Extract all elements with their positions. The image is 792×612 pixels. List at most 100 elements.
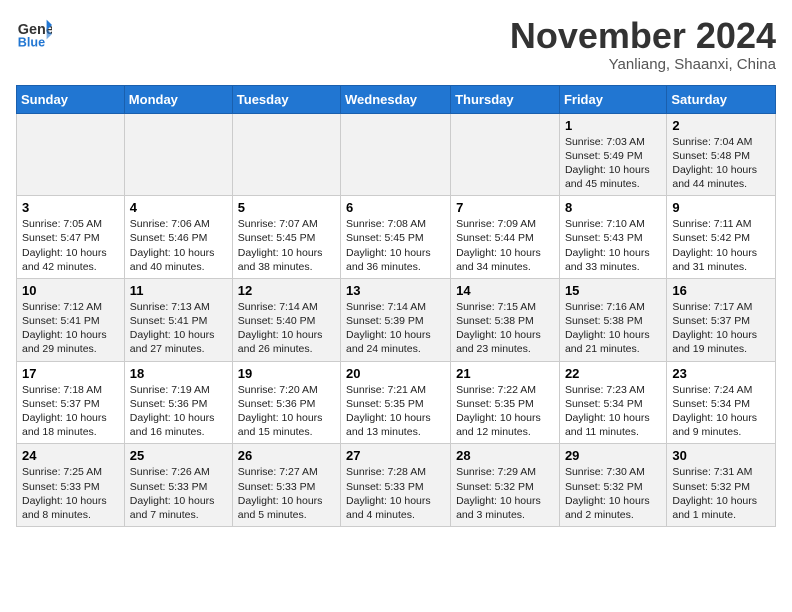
calendar-cell: 1 Sunrise: 7:03 AM Sunset: 5:49 PM Daylig…: [559, 113, 666, 196]
day-info: Sunrise: 7:17 AM Sunset: 5:37 PM Dayligh…: [672, 300, 770, 357]
day-number: 1: [565, 118, 661, 133]
day-number: 6: [346, 200, 445, 215]
calendar-cell: 19 Sunrise: 7:20 AM Sunset: 5:36 PM Dayli…: [232, 361, 340, 444]
day-number: 26: [238, 448, 335, 463]
calendar-cell: 8Sunrise: 7:10 AM Sunset: 5:43 PM Daylig…: [559, 196, 666, 279]
calendar-cell: 13Sunrise: 7:14 AM Sunset: 5:39 PM Dayli…: [341, 278, 451, 361]
day-info: Sunrise: 7:06 AM Sunset: 5:46 PM Dayligh…: [130, 217, 227, 274]
calendar-cell: 18 Sunrise: 7:19 AM Sunset: 5:36 PM Dayli…: [124, 361, 232, 444]
day-number: 12: [238, 283, 335, 298]
calendar-cell: 17Sunrise: 7:18 AM Sunset: 5:37 PM Dayli…: [17, 361, 125, 444]
day-info: Sunrise: 7:04 AM Sunset: 5:48 PM Dayligh…: [672, 135, 770, 192]
day-info: Sunrise: 7:13 AM Sunset: 5:41 PM Dayligh…: [130, 300, 227, 357]
calendar-cell: 9 Sunrise: 7:11 AM Sunset: 5:42 PM Daylig…: [667, 196, 776, 279]
calendar-cell: 15 Sunrise: 7:16 AM Sunset: 5:38 PM Dayli…: [559, 278, 666, 361]
weekday-header-thursday: Thursday: [451, 85, 560, 113]
day-info: Sunrise: 7:25 AM Sunset: 5:33 PM Dayligh…: [22, 465, 119, 522]
day-number: 2: [672, 118, 770, 133]
calendar-week-4: 17Sunrise: 7:18 AM Sunset: 5:37 PM Dayli…: [17, 361, 776, 444]
day-number: 29: [565, 448, 661, 463]
day-number: 27: [346, 448, 445, 463]
svg-text:Blue: Blue: [18, 36, 45, 50]
weekday-header-wednesday: Wednesday: [341, 85, 451, 113]
day-info: Sunrise: 7:23 AM Sunset: 5:34 PM Dayligh…: [565, 383, 661, 440]
month-title: November 2024: [510, 16, 776, 56]
day-number: 7: [456, 200, 554, 215]
calendar-cell: 5Sunrise: 7:07 AM Sunset: 5:45 PM Daylig…: [232, 196, 340, 279]
day-info: Sunrise: 7:15 AM Sunset: 5:38 PM Dayligh…: [456, 300, 554, 357]
calendar-cell: [232, 113, 340, 196]
calendar-week-5: 24 Sunrise: 7:25 AM Sunset: 5:33 PM Dayli…: [17, 444, 776, 527]
calendar-week-3: 10 Sunrise: 7:12 AM Sunset: 5:41 PM Dayli…: [17, 278, 776, 361]
calendar-cell: [451, 113, 560, 196]
calendar-cell: 7 Sunrise: 7:09 AM Sunset: 5:44 PM Daylig…: [451, 196, 560, 279]
calendar-cell: 10 Sunrise: 7:12 AM Sunset: 5:41 PM Dayli…: [17, 278, 125, 361]
day-info: Sunrise: 7:24 AM Sunset: 5:34 PM Dayligh…: [672, 383, 770, 440]
day-number: 20: [346, 366, 445, 381]
calendar-cell: 14 Sunrise: 7:15 AM Sunset: 5:38 PM Dayli…: [451, 278, 560, 361]
day-info: Sunrise: 7:27 AM Sunset: 5:33 PM Dayligh…: [238, 465, 335, 522]
calendar-cell: 4 Sunrise: 7:06 AM Sunset: 5:46 PM Daylig…: [124, 196, 232, 279]
logo: General Blue: [16, 16, 52, 52]
calendar-cell: 22Sunrise: 7:23 AM Sunset: 5:34 PM Dayli…: [559, 361, 666, 444]
day-info: Sunrise: 7:30 AM Sunset: 5:32 PM Dayligh…: [565, 465, 661, 522]
calendar-cell: 27 Sunrise: 7:28 AM Sunset: 5:33 PM Dayli…: [341, 444, 451, 527]
calendar-cell: 16Sunrise: 7:17 AM Sunset: 5:37 PM Dayli…: [667, 278, 776, 361]
day-info: Sunrise: 7:05 AM Sunset: 5:47 PM Dayligh…: [22, 217, 119, 274]
day-info: Sunrise: 7:11 AM Sunset: 5:42 PM Dayligh…: [672, 217, 770, 274]
location: Yanliang, Shaanxi, China: [510, 56, 776, 73]
day-info: Sunrise: 7:21 AM Sunset: 5:35 PM Dayligh…: [346, 383, 445, 440]
day-number: 24: [22, 448, 119, 463]
weekday-header-friday: Friday: [559, 85, 666, 113]
calendar-cell: 12 Sunrise: 7:14 AM Sunset: 5:40 PM Dayli…: [232, 278, 340, 361]
day-info: Sunrise: 7:14 AM Sunset: 5:40 PM Dayligh…: [238, 300, 335, 357]
day-info: Sunrise: 7:19 AM Sunset: 5:36 PM Dayligh…: [130, 383, 227, 440]
day-number: 9: [672, 200, 770, 215]
day-info: Sunrise: 7:26 AM Sunset: 5:33 PM Dayligh…: [130, 465, 227, 522]
calendar-cell: [124, 113, 232, 196]
calendar-cell: 20 Sunrise: 7:21 AM Sunset: 5:35 PM Dayli…: [341, 361, 451, 444]
day-number: 4: [130, 200, 227, 215]
day-number: 14: [456, 283, 554, 298]
day-number: 10: [22, 283, 119, 298]
day-info: Sunrise: 7:31 AM Sunset: 5:32 PM Dayligh…: [672, 465, 770, 522]
calendar-cell: 6 Sunrise: 7:08 AM Sunset: 5:45 PM Daylig…: [341, 196, 451, 279]
day-number: 11: [130, 283, 227, 298]
calendar-week-1: 1 Sunrise: 7:03 AM Sunset: 5:49 PM Daylig…: [17, 113, 776, 196]
day-number: 19: [238, 366, 335, 381]
day-number: 13: [346, 283, 445, 298]
page-header: General Blue November 2024 Yanliang, Sha…: [16, 16, 776, 73]
day-info: Sunrise: 7:28 AM Sunset: 5:33 PM Dayligh…: [346, 465, 445, 522]
logo-icon: General Blue: [16, 16, 52, 52]
weekday-header-monday: Monday: [124, 85, 232, 113]
calendar-cell: 11 Sunrise: 7:13 AM Sunset: 5:41 PM Dayli…: [124, 278, 232, 361]
day-number: 21: [456, 366, 554, 381]
day-number: 3: [22, 200, 119, 215]
day-info: Sunrise: 7:18 AM Sunset: 5:37 PM Dayligh…: [22, 383, 119, 440]
day-info: Sunrise: 7:03 AM Sunset: 5:49 PM Dayligh…: [565, 135, 661, 192]
calendar-cell: 21 Sunrise: 7:22 AM Sunset: 5:35 PM Dayli…: [451, 361, 560, 444]
calendar-cell: 30 Sunrise: 7:31 AM Sunset: 5:32 PM Dayli…: [667, 444, 776, 527]
day-info: Sunrise: 7:12 AM Sunset: 5:41 PM Dayligh…: [22, 300, 119, 357]
title-block: November 2024 Yanliang, Shaanxi, China: [510, 16, 776, 73]
day-number: 25: [130, 448, 227, 463]
day-info: Sunrise: 7:20 AM Sunset: 5:36 PM Dayligh…: [238, 383, 335, 440]
day-info: Sunrise: 7:29 AM Sunset: 5:32 PM Dayligh…: [456, 465, 554, 522]
day-info: Sunrise: 7:09 AM Sunset: 5:44 PM Dayligh…: [456, 217, 554, 274]
day-number: 23: [672, 366, 770, 381]
day-number: 30: [672, 448, 770, 463]
calendar-cell: 29 Sunrise: 7:30 AM Sunset: 5:32 PM Dayli…: [559, 444, 666, 527]
calendar-cell: 23 Sunrise: 7:24 AM Sunset: 5:34 PM Dayli…: [667, 361, 776, 444]
day-info: Sunrise: 7:10 AM Sunset: 5:43 PM Dayligh…: [565, 217, 661, 274]
day-info: Sunrise: 7:08 AM Sunset: 5:45 PM Dayligh…: [346, 217, 445, 274]
day-number: 28: [456, 448, 554, 463]
day-number: 15: [565, 283, 661, 298]
day-info: Sunrise: 7:16 AM Sunset: 5:38 PM Dayligh…: [565, 300, 661, 357]
day-number: 5: [238, 200, 335, 215]
day-number: 18: [130, 366, 227, 381]
calendar-cell: [341, 113, 451, 196]
weekday-header-sunday: Sunday: [17, 85, 125, 113]
calendar-table: SundayMondayTuesdayWednesdayThursdayFrid…: [16, 85, 776, 527]
calendar-cell: 24 Sunrise: 7:25 AM Sunset: 5:33 PM Dayli…: [17, 444, 125, 527]
day-info: Sunrise: 7:22 AM Sunset: 5:35 PM Dayligh…: [456, 383, 554, 440]
